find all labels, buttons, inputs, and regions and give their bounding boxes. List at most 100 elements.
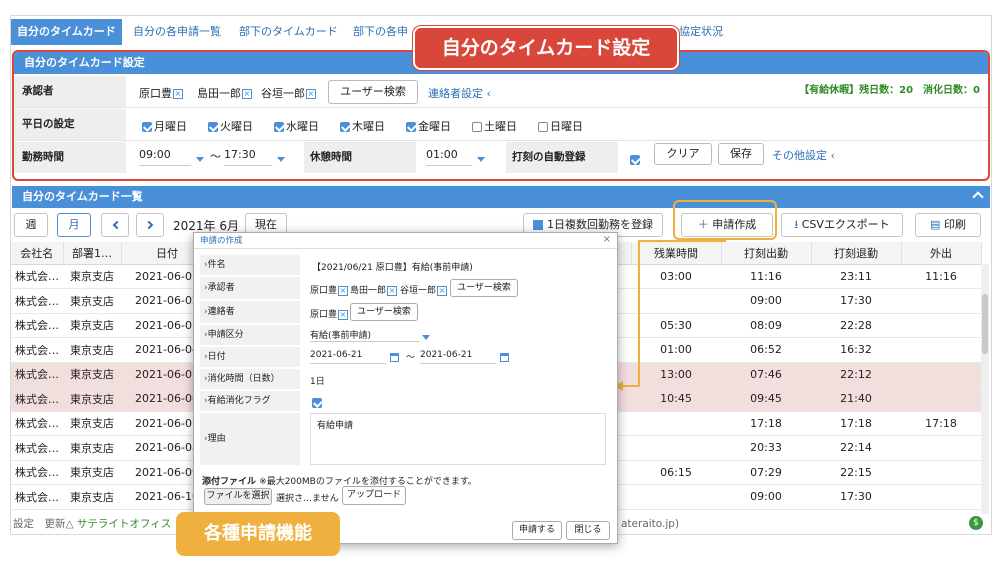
scrollbar-thumb[interactable]: [982, 294, 988, 354]
subject-label: 件名: [200, 255, 300, 275]
user-search-button[interactable]: ユーザー検索: [328, 80, 418, 104]
dropdown-icon[interactable]: [477, 157, 485, 162]
tilde: 〜: [406, 353, 416, 363]
save-button[interactable]: 保存: [718, 143, 764, 165]
settings-feature-callout: 自分のタイムカード設定: [413, 26, 679, 70]
day-checkbox-wed[interactable]: 水曜日: [274, 118, 319, 134]
column-header[interactable]: 外出: [901, 242, 982, 265]
table-cell-outing: [901, 386, 981, 412]
satellite-office-link[interactable]: サテライトオフィス: [77, 518, 171, 530]
work-time-row: 勤務時間 09:00 〜 17:30 休憩時間 01:00 打刻の自動登録 クリ…: [14, 142, 988, 174]
choose-file-button[interactable]: ファイルを選択: [204, 488, 272, 505]
tab-subordinate-requests[interactable]: 部下の各申: [353, 19, 408, 45]
day-checkbox-sat[interactable]: 土曜日: [472, 118, 517, 134]
remove-icon[interactable]: ×: [173, 89, 183, 99]
table-cell-outing: [901, 337, 981, 363]
table-cell-dept: 東京支店: [63, 313, 121, 338]
remove-icon[interactable]: ×: [338, 309, 349, 320]
csv-export-button[interactable]: ⭳ CSVエクスポート: [781, 213, 903, 237]
table-cell-overtime: 13:00: [631, 362, 721, 387]
table-cell-outing: [901, 362, 981, 387]
calendar-add-icon: [533, 220, 543, 230]
print-button[interactable]: ▤ 印刷: [915, 213, 981, 237]
column-header[interactable]: 部署1…: [63, 242, 122, 265]
break-time-select[interactable]: 01:00: [426, 148, 472, 166]
table-cell-overtime: 05:30: [631, 313, 721, 338]
paid-leave-flag-checkbox[interactable]: [312, 398, 322, 408]
calendar-icon[interactable]: [390, 353, 399, 362]
collapse-icon[interactable]: [972, 191, 984, 203]
break-label: 休憩時間: [304, 142, 416, 173]
day-checkbox-thu[interactable]: 木曜日: [340, 118, 385, 134]
remove-icon[interactable]: ×: [338, 285, 349, 296]
work-start-select[interactable]: 09:00: [139, 148, 191, 166]
day-checkbox-tue[interactable]: 火曜日: [208, 118, 253, 134]
submit-request-button[interactable]: 申請する: [512, 521, 562, 540]
auto-stamp-label: 打刻の自動登録: [506, 142, 618, 173]
remove-icon[interactable]: ×: [387, 285, 398, 296]
attach-label: 添付ファイル ※最大200MBのファイルを添付することができます。: [202, 477, 477, 487]
day-checkbox-mon[interactable]: 月曜日: [142, 118, 187, 134]
calendar-icon[interactable]: [500, 353, 509, 362]
table-cell-outing: [901, 484, 981, 510]
dropdown-icon[interactable]: [196, 157, 204, 162]
approver-chip: 島田一郎 ×: [350, 285, 398, 296]
contact-setting-link[interactable]: 連絡者設定 ‹: [428, 85, 491, 101]
consume-label: 消化時間（日数）: [200, 369, 300, 389]
table-cell-in: 07:29: [721, 460, 811, 485]
month-view-button[interactable]: 月: [57, 213, 91, 237]
auto-stamp-checkbox[interactable]: [630, 155, 640, 165]
day-checkbox-fri[interactable]: 金曜日: [406, 118, 451, 134]
tab-my-timecard[interactable]: 自分のタイムカード: [11, 19, 122, 45]
checkbox-icon: [538, 122, 548, 132]
tab-subordinate-timecard[interactable]: 部下のタイムカード: [239, 19, 338, 45]
prev-month-button[interactable]: [101, 213, 129, 237]
upload-button[interactable]: アップロード: [342, 486, 406, 505]
other-settings-link[interactable]: その他設定 ‹: [772, 147, 835, 163]
dropdown-icon[interactable]: [277, 157, 285, 162]
table-cell-out: 17:30: [811, 288, 901, 314]
table-cell-in: 09:45: [721, 386, 811, 412]
user-search-button[interactable]: ユーザー検索: [450, 279, 518, 297]
no-file-text: 選択さ…ません: [276, 494, 339, 504]
table-cell-dept: 東京支店: [63, 435, 121, 461]
create-request-highlight: [673, 200, 777, 240]
table-cell-overtime: [631, 484, 721, 510]
remove-icon[interactable]: ×: [306, 89, 316, 99]
day-checkbox-sun[interactable]: 日曜日: [538, 118, 583, 134]
table-cell-company: 株式会…: [11, 386, 63, 412]
close-icon[interactable]: ×: [603, 234, 611, 245]
remove-icon[interactable]: ×: [242, 89, 252, 99]
clear-button[interactable]: クリア: [654, 143, 712, 165]
weekday-label: 平日の設定: [14, 109, 126, 140]
approver-label: 承認者: [14, 76, 126, 107]
tab-my-requests[interactable]: 自分の各申請一覧: [133, 19, 221, 45]
remove-icon[interactable]: ×: [437, 285, 448, 296]
reason-textarea[interactable]: 有給申請: [310, 413, 606, 465]
date-from-input[interactable]: 2021-06-21: [310, 350, 386, 364]
arrow-left-icon: [112, 220, 121, 230]
vertical-scrollbar[interactable]: [981, 264, 989, 514]
dropdown-icon[interactable]: [422, 335, 430, 340]
table-cell-overtime: 10:45: [631, 386, 721, 412]
week-view-button[interactable]: 週: [14, 213, 48, 237]
type-select[interactable]: 有給(事前申請): [310, 328, 420, 342]
column-header[interactable]: 残業時間: [631, 242, 722, 265]
table-cell-outing: 11:16: [901, 264, 981, 289]
connector-line: [638, 240, 640, 386]
close-dialog-button[interactable]: 閉じる: [566, 521, 610, 540]
column-header[interactable]: 打刻出勤: [721, 242, 812, 265]
table-cell-out: 21:40: [811, 386, 901, 412]
subject-value[interactable]: 【2021/06/21 原口豊】有給(事前申請): [312, 260, 473, 273]
list-header[interactable]: 自分のタイムカード一覧: [12, 186, 990, 208]
next-month-button[interactable]: [136, 213, 164, 237]
dollar-icon[interactable]: $: [969, 516, 983, 530]
column-header[interactable]: 打刻退勤: [811, 242, 902, 265]
contact-user-search-button[interactable]: ユーザー検索: [350, 303, 418, 321]
type-label: 申請区分: [200, 325, 300, 345]
work-end-select[interactable]: 17:30: [224, 148, 272, 166]
date-to-input[interactable]: 2021-06-21: [420, 350, 496, 364]
table-cell-overtime: [631, 435, 721, 461]
tab-agreement-status[interactable]: 協定状況: [679, 19, 723, 45]
column-header[interactable]: 会社名: [11, 242, 64, 265]
